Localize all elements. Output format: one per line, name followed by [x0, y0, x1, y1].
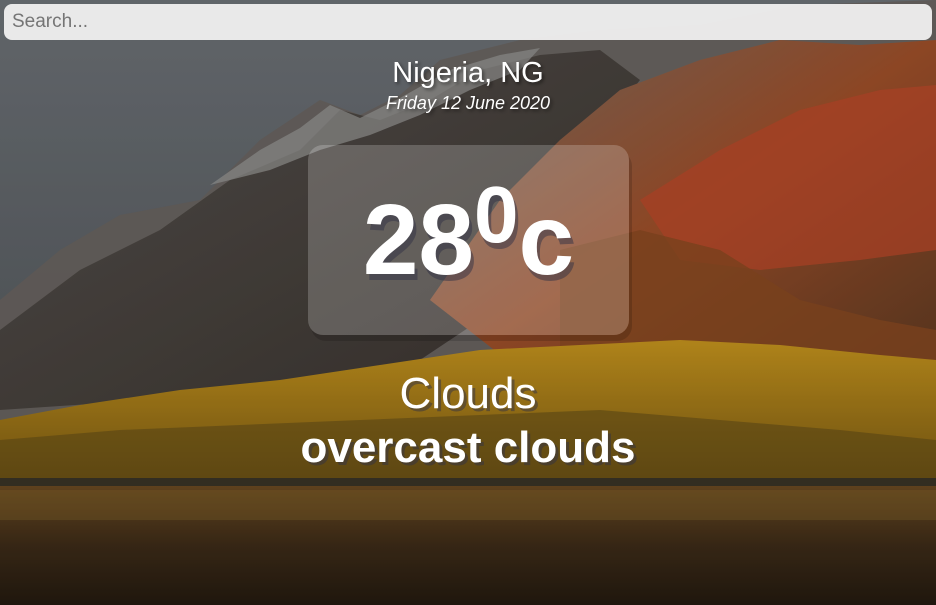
weather-description: overcast clouds — [300, 423, 636, 472]
temperature-display: 280c — [308, 145, 629, 335]
search-input[interactable] — [4, 4, 932, 40]
current-date: Friday 12 June 2020 — [385, 93, 551, 113]
temperature-value: 28 — [362, 184, 475, 296]
location-name: Nigeria, NG — [392, 57, 544, 89]
temperature-box: 280c — [308, 145, 629, 335]
degree-symbol: 0 — [474, 170, 519, 259]
search-bar — [4, 4, 932, 40]
temperature-unit: c — [518, 184, 575, 296]
weather-condition: Clouds — [399, 369, 537, 418]
